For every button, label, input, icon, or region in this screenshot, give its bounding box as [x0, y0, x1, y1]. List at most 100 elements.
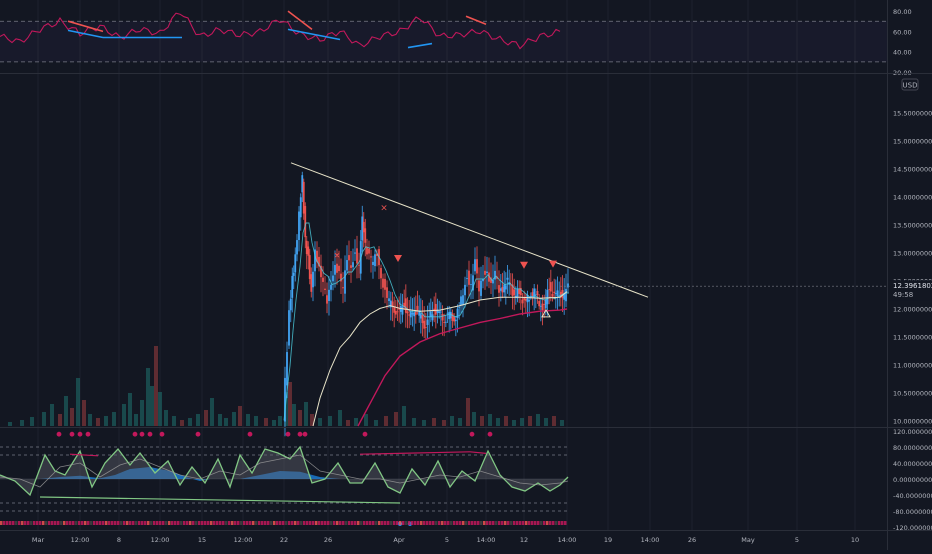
- status-strip-cell: [552, 521, 555, 525]
- volume-bar: [70, 408, 74, 426]
- candle-body: [486, 271, 488, 274]
- candle-body: [468, 270, 470, 285]
- status-strip-cell: [93, 521, 96, 525]
- candle-body: [350, 265, 352, 268]
- status-strip-cell: [375, 521, 378, 525]
- status-strip-cell: [225, 521, 228, 525]
- status-strip-cell: [342, 521, 345, 525]
- status-strip-cell: [528, 521, 531, 525]
- time-axis-label: 14:00: [558, 536, 577, 544]
- volume-bar: [88, 414, 92, 426]
- status-strip-cell: [447, 521, 450, 525]
- candle-body: [538, 301, 541, 307]
- status-strip-cell: [180, 521, 183, 525]
- status-strip-cell: [0, 521, 3, 525]
- status-strip-cell: [267, 521, 270, 525]
- volume-bar: [150, 386, 154, 426]
- status-strip-cell: [546, 521, 549, 525]
- status-strip-cell: [138, 521, 141, 525]
- chart-canvas[interactable]: ×× 80.0060.0040.0020.0015.5000000015.000…: [0, 0, 932, 550]
- status-strip-cell: [393, 521, 396, 525]
- status-strip-cell: [60, 521, 63, 525]
- volume-bar: [224, 418, 228, 426]
- trading-chart[interactable]: ×× 80.0060.0040.0020.0015.5000000015.000…: [0, 0, 932, 550]
- status-strip-cell: [459, 521, 462, 525]
- volume-bar: [480, 416, 484, 426]
- status-strip-cell: [219, 521, 222, 525]
- candle-body: [296, 240, 298, 255]
- status-strip-cell: [159, 521, 162, 525]
- status-strip-cell: [21, 521, 24, 525]
- status-strip-cell: [435, 521, 438, 525]
- status-strip-cell: [534, 521, 537, 525]
- status-strip-cell: [474, 521, 477, 525]
- status-strip-cell: [90, 521, 93, 525]
- status-strip-cell: [45, 521, 48, 525]
- status-strip-cell: [471, 521, 474, 525]
- candle-body: [429, 311, 432, 318]
- status-strip-cell: [303, 521, 306, 525]
- status-strip-cell: [234, 521, 237, 525]
- status-strip-cell: [63, 521, 66, 525]
- volume-bar: [246, 414, 250, 426]
- price-axis-label: 13.00000000: [893, 249, 932, 257]
- status-strip-cell: [12, 521, 15, 525]
- osc-axis-label: -80.00000000: [893, 508, 932, 516]
- status-strip-cell: [399, 521, 402, 525]
- status-strip-cell: [3, 521, 6, 525]
- candle-body: [356, 248, 358, 264]
- candle-body: [462, 295, 464, 305]
- volume-bar: [232, 412, 236, 426]
- osc-axis-label: 120.00000000: [893, 428, 932, 436]
- volume-bar: [432, 418, 436, 426]
- candle-body: [518, 288, 521, 294]
- status-strip-cell: [183, 521, 186, 525]
- volume-bar: [384, 416, 388, 426]
- status-strip-cell: [306, 521, 309, 525]
- status-strip-cell: [468, 521, 471, 525]
- price-axis-label: 12.00000000: [893, 305, 932, 313]
- status-strip-cell: [165, 521, 168, 525]
- candle-body: [441, 313, 444, 321]
- candle-body: [434, 303, 437, 315]
- candle-body: [546, 289, 549, 305]
- volume-bar: [188, 418, 192, 426]
- time-axis-label: 12:00: [71, 536, 90, 544]
- status-strip-cell: [564, 521, 567, 525]
- price-axis-label: 11.00000000: [893, 361, 932, 369]
- status-strip-cell: [117, 521, 120, 525]
- status-strip-cell: [237, 521, 240, 525]
- status-strip-cell: [501, 521, 504, 525]
- status-strip-cell: [168, 521, 171, 525]
- status-strip-cell: [558, 521, 561, 525]
- status-strip-cell: [462, 521, 465, 525]
- status-strip-cell: [201, 521, 204, 525]
- candle-body: [480, 280, 482, 296]
- volume-bar: [528, 416, 532, 426]
- status-strip-cell: [450, 521, 453, 525]
- candle-body: [556, 290, 559, 297]
- overbought-dot: [302, 431, 308, 437]
- volume-bar: [128, 393, 132, 426]
- candle-body: [322, 277, 324, 282]
- candle-body: [466, 278, 468, 279]
- status-strip-cell: [549, 521, 552, 525]
- candle-body: [394, 310, 397, 315]
- status-strip-cell: [297, 521, 300, 525]
- status-strip-cell: [108, 521, 111, 525]
- candle-body: [408, 314, 411, 316]
- status-strip-cell: [291, 521, 294, 525]
- rsi-band: [0, 21, 887, 62]
- candle-body: [346, 260, 348, 271]
- candle-body: [304, 206, 307, 238]
- status-strip-cell: [351, 521, 354, 525]
- candle-body: [298, 211, 300, 240]
- volume-bar: [140, 400, 144, 426]
- volume-bar: [520, 418, 524, 426]
- overbought-dot: [139, 431, 145, 437]
- candle-body: [521, 299, 524, 304]
- status-strip-cell: [96, 521, 99, 525]
- volume-bar: [172, 416, 176, 426]
- status-strip-cell: [339, 521, 342, 525]
- status-strip-cell: [81, 521, 84, 525]
